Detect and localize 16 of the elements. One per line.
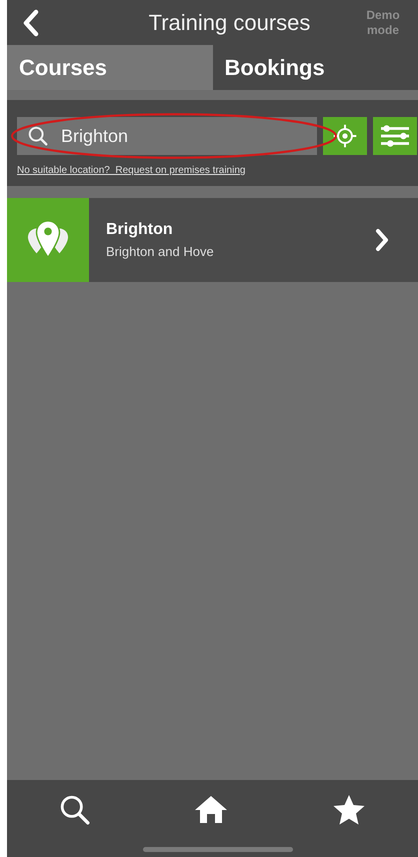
crosshair-icon (332, 123, 358, 149)
chevron-icon (374, 227, 390, 253)
home-icon[interactable] (194, 794, 228, 824)
search-icon[interactable] (58, 794, 91, 826)
request-link[interactable]: No suitable location? Request on premises training (17, 165, 246, 176)
page-title: Training courses (148, 10, 312, 36)
back-icon[interactable] (21, 8, 41, 36)
star-icon[interactable] (332, 794, 366, 826)
result-row[interactable]: Brighton Brighton and Hove (7, 198, 418, 282)
result-subtitle: Brighton and Hove (106, 244, 215, 259)
search-field[interactable]: Brighton (17, 117, 317, 155)
locate-button[interactable] (323, 117, 367, 155)
filter-button[interactable] (373, 117, 417, 155)
tab[interactable]: Courses (7, 45, 212, 90)
demo-mode-label: Demo mode (365, 8, 401, 38)
result-title: Brighton (106, 221, 174, 239)
